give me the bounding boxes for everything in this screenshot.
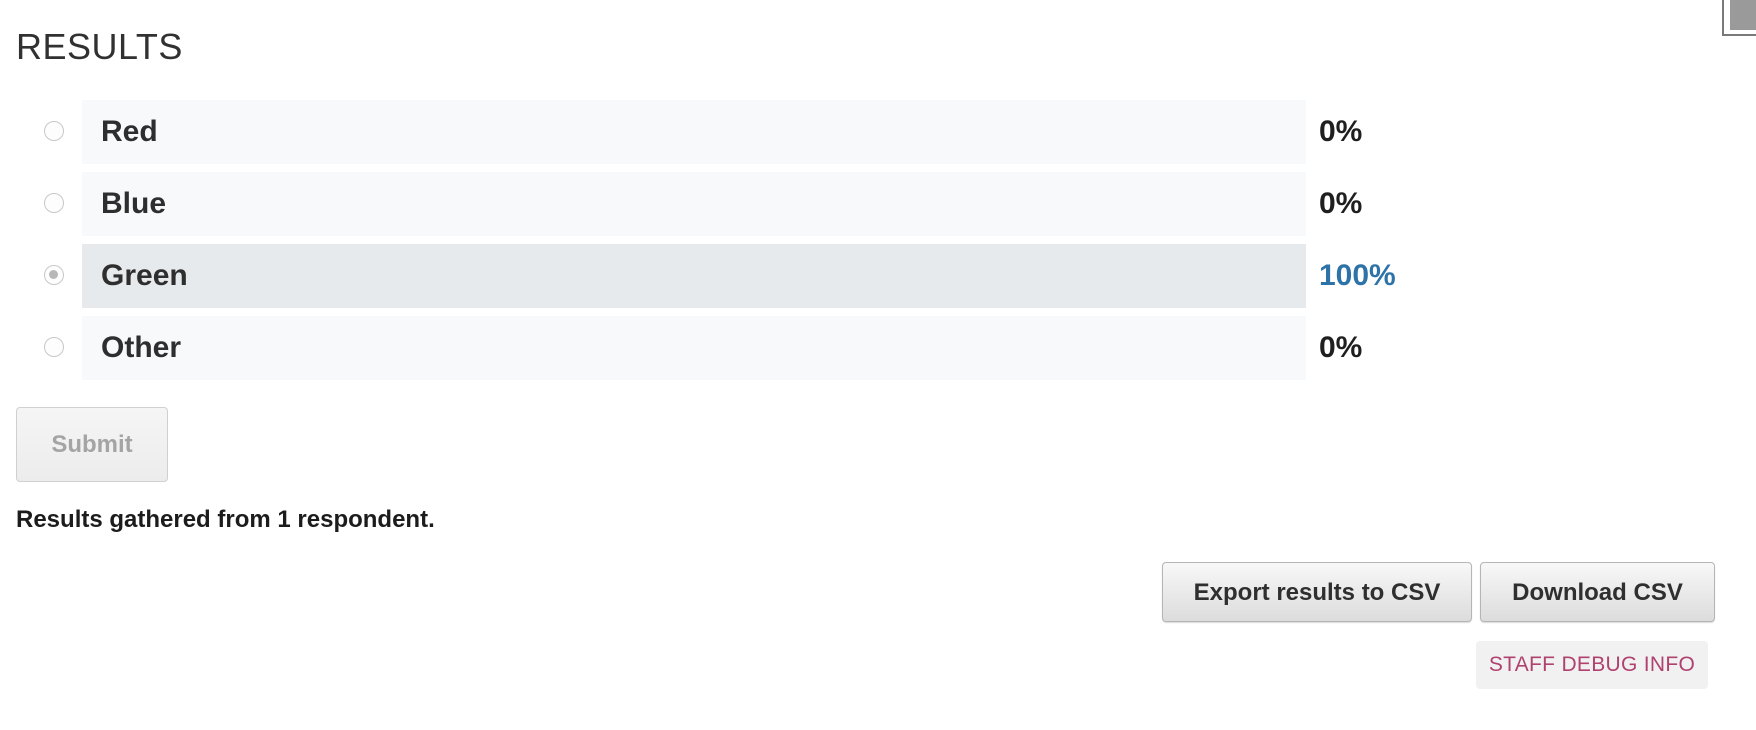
- option-radio-selected[interactable]: [44, 265, 64, 285]
- poll-option-green[interactable]: Green 100%: [0, 244, 1756, 308]
- option-result-bar: Other: [82, 316, 1306, 380]
- poll-options-list: Red 0% Blue 0% Green 100% Other 0%: [0, 100, 1756, 388]
- option-label: Red: [101, 115, 158, 148]
- corner-widget-icon: [1730, 0, 1756, 30]
- corner-widget[interactable]: [1722, 0, 1756, 36]
- download-csv-button[interactable]: Download CSV: [1480, 562, 1715, 622]
- option-radio[interactable]: [44, 121, 64, 141]
- respondents-summary: Results gathered from 1 respondent.: [16, 506, 435, 533]
- option-radio[interactable]: [44, 337, 64, 357]
- option-percent: 0%: [1319, 187, 1363, 220]
- export-csv-button[interactable]: Export results to CSV: [1162, 562, 1472, 622]
- option-label: Other: [101, 331, 182, 364]
- option-radio[interactable]: [44, 193, 64, 213]
- poll-option-blue[interactable]: Blue 0%: [0, 172, 1756, 236]
- option-result-bar: Red: [82, 100, 1306, 164]
- submit-button[interactable]: Submit: [16, 407, 168, 482]
- option-result-bar: Blue: [82, 172, 1306, 236]
- option-result-bar: Green: [82, 244, 1306, 308]
- page-title: RESULTS: [16, 26, 183, 67]
- staff-debug-info-button[interactable]: STAFF DEBUG INFO: [1476, 641, 1708, 689]
- option-percent: 100%: [1319, 259, 1396, 292]
- option-label: Green: [101, 259, 188, 292]
- poll-option-red[interactable]: Red 0%: [0, 100, 1756, 164]
- poll-results-page: RESULTS Red 0% Blue 0% Green 100% Other …: [0, 0, 1756, 730]
- poll-option-other[interactable]: Other 0%: [0, 316, 1756, 380]
- option-label: Blue: [101, 187, 167, 220]
- option-percent: 0%: [1319, 331, 1363, 364]
- option-percent: 0%: [1319, 115, 1363, 148]
